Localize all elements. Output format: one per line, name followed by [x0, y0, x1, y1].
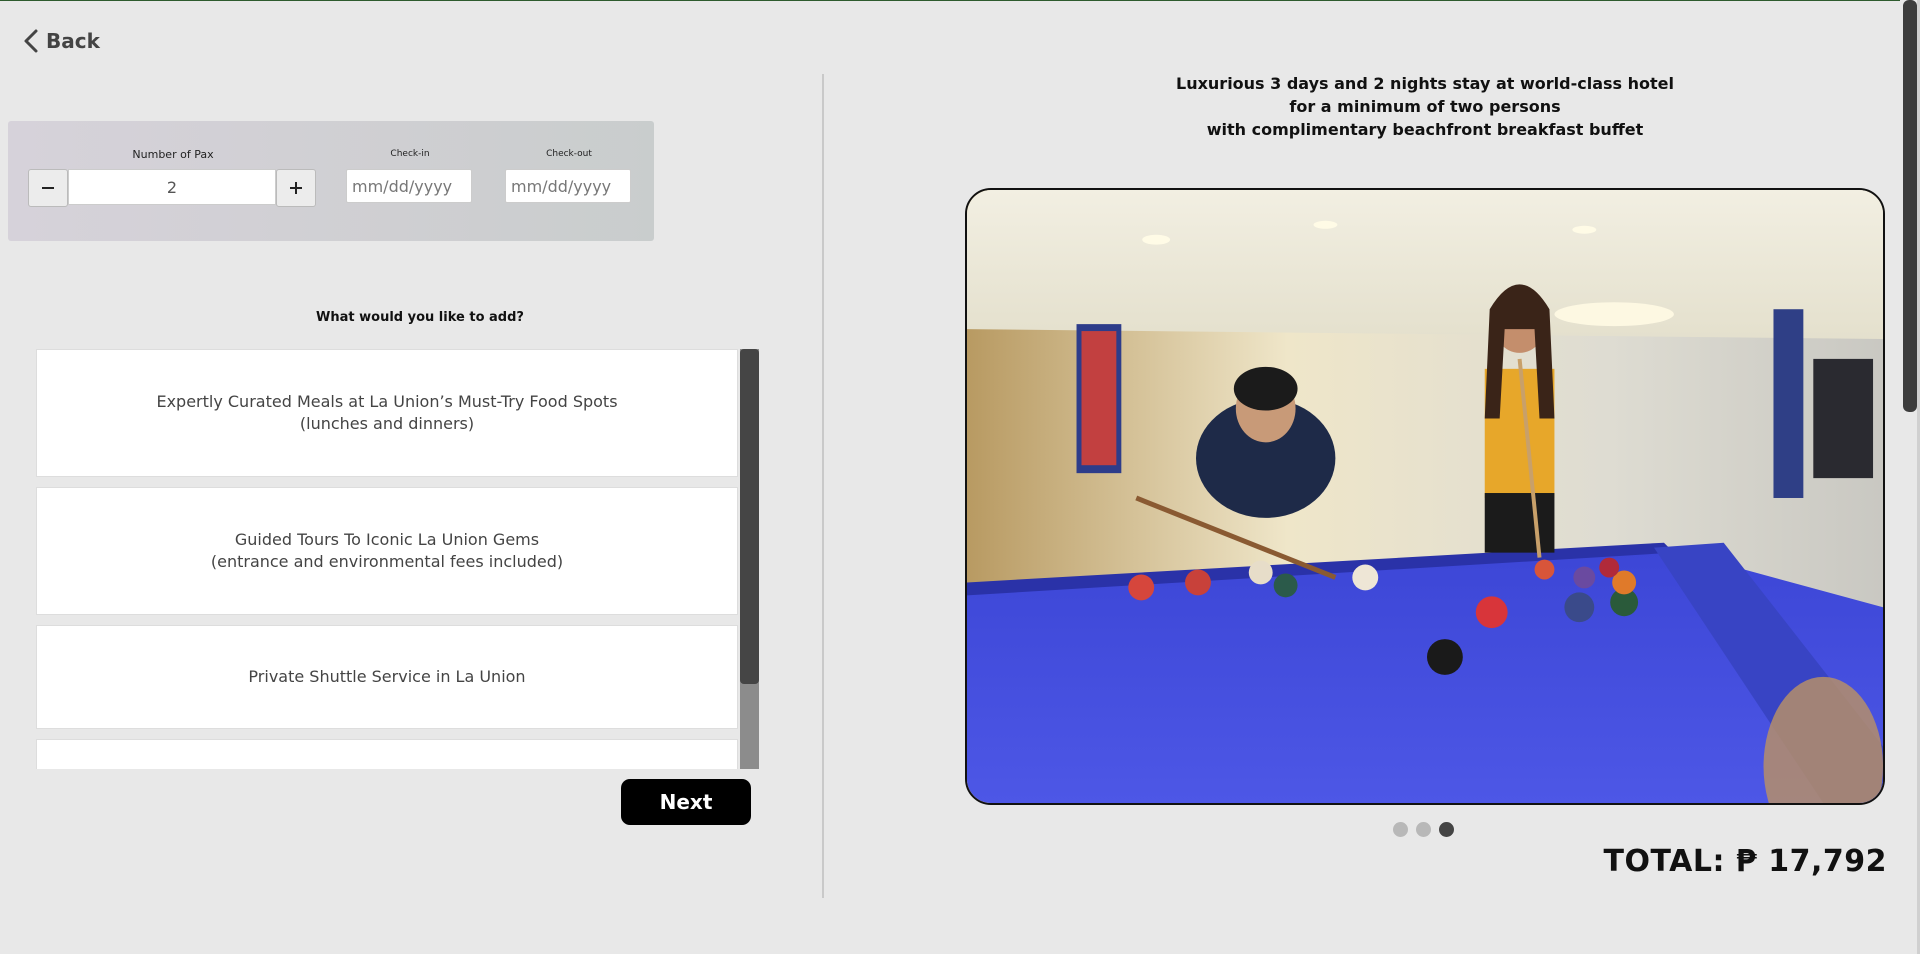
minus-icon — [42, 187, 54, 189]
addon-card-meals[interactable]: Expertly Curated Meals at La Union’s Mus… — [36, 349, 738, 477]
checkout-input[interactable]: mm/dd/yyyy — [505, 169, 631, 203]
back-label: Back — [46, 29, 100, 53]
package-title-line1: Luxurious 3 days and 2 nights stay at wo… — [1176, 74, 1674, 93]
package-title-line3: with complimentary beachfront breakfast … — [1206, 120, 1644, 139]
billiards-photo — [967, 190, 1883, 803]
plus-icon — [290, 182, 302, 194]
carousel-dot-2[interactable] — [1416, 822, 1431, 837]
addon-card-tours[interactable]: Guided Tours To Iconic La Union Gems (en… — [36, 487, 738, 615]
addon-card-partial[interactable] — [36, 739, 738, 769]
next-button[interactable]: Next — [621, 779, 751, 825]
carousel-dots — [1393, 822, 1454, 837]
addons-list: Expertly Curated Meals at La Union’s Mus… — [36, 349, 759, 769]
package-title-line2: for a minimum of two persons — [1289, 97, 1561, 116]
back-button[interactable]: Back — [20, 28, 100, 54]
carousel-dot-3[interactable] — [1439, 822, 1454, 837]
booking-panel: Number of Pax Check-in Check-out 2 mm/dd… — [8, 121, 654, 241]
checkin-input[interactable]: mm/dd/yyyy — [346, 169, 472, 203]
addon-card-shuttle[interactable]: Private Shuttle Service in La Union — [36, 625, 738, 729]
column-divider — [822, 74, 824, 898]
addon-shuttle-title: Private Shuttle Service in La Union — [248, 667, 526, 686]
chevron-left-icon — [24, 29, 38, 53]
addons-question: What would you like to add? — [316, 310, 524, 325]
pax-label: Number of Pax — [132, 148, 214, 161]
carousel-image — [965, 188, 1885, 805]
top-border — [0, 0, 1920, 1]
checkout-label: Check-out — [546, 149, 592, 159]
checkin-label: Check-in — [390, 149, 430, 159]
page-scrollbar-thumb[interactable] — [1903, 0, 1917, 412]
addon-tours-title: Guided Tours To Iconic La Union Gems — [234, 530, 540, 549]
addon-tours-subtitle: (entrance and environmental fees include… — [210, 552, 564, 571]
total-price: TOTAL: ₱ 17,792 — [1603, 844, 1887, 879]
addon-meals-subtitle: (lunches and dinners) — [299, 414, 475, 433]
increase-pax-button[interactable] — [276, 169, 316, 207]
carousel-dot-1[interactable] — [1393, 822, 1408, 837]
decrease-pax-button[interactable] — [28, 169, 68, 207]
pax-input[interactable]: 2 — [68, 169, 276, 205]
addons-scrollbar-thumb[interactable] — [740, 349, 759, 684]
package-title: Luxurious 3 days and 2 nights stay at wo… — [1130, 72, 1720, 141]
addon-meals-title: Expertly Curated Meals at La Union’s Mus… — [156, 392, 618, 411]
